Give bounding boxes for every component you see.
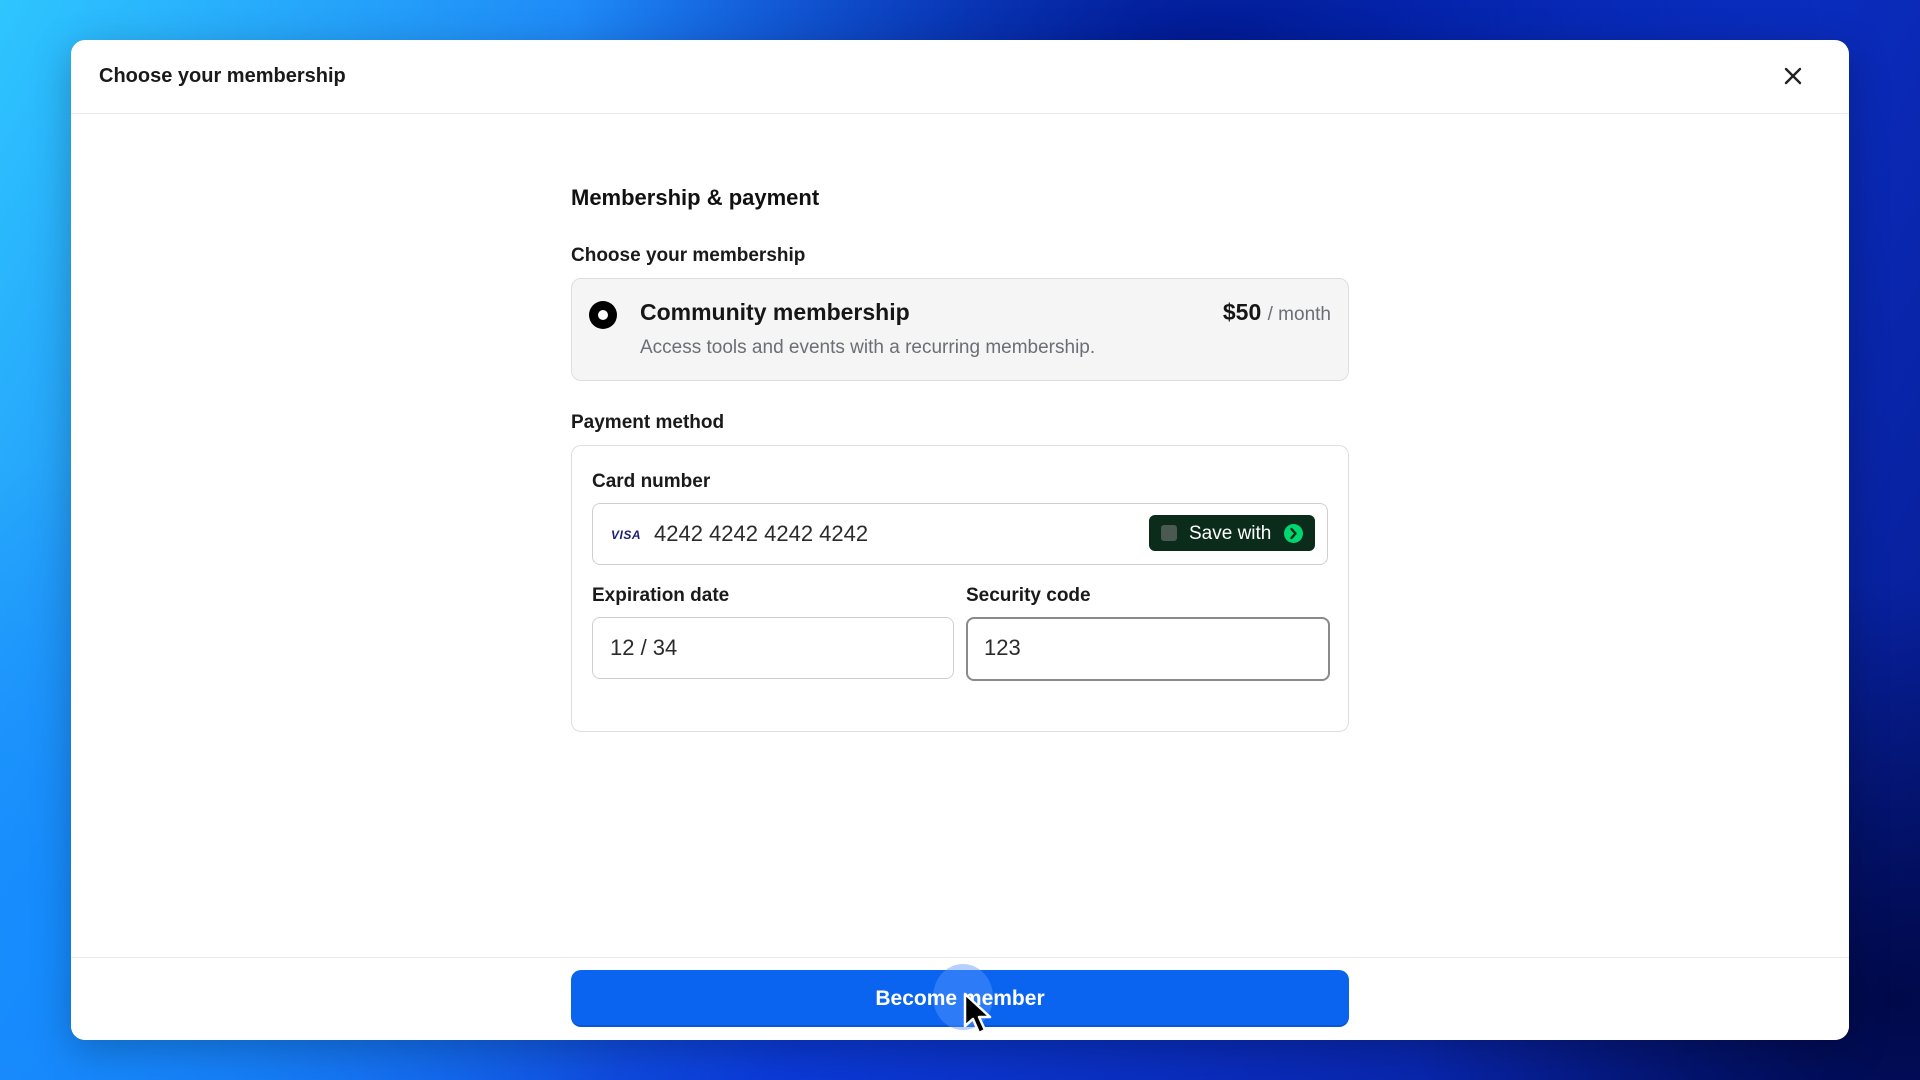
save-with-link-toggle[interactable]: Save with bbox=[1149, 515, 1315, 551]
security-code-value: 123 bbox=[984, 635, 1021, 660]
save-checkbox[interactable] bbox=[1161, 525, 1177, 541]
plan-name: Community membership bbox=[640, 299, 910, 325]
plan-period: / month bbox=[1267, 304, 1331, 325]
modal-footer: Become member bbox=[71, 957, 1849, 1040]
link-arrow-icon bbox=[1284, 524, 1303, 543]
membership-modal: Choose your membership Membership & paym… bbox=[71, 40, 1849, 1040]
card-number-field[interactable]: VISA 4242 4242 4242 4242 Save with bbox=[592, 503, 1328, 565]
plan-description: Access tools and events with a recurring… bbox=[640, 337, 1096, 358]
close-icon bbox=[1784, 67, 1802, 85]
membership-label: Choose your membership bbox=[571, 245, 806, 266]
card-number-value: 4242 4242 4242 4242 bbox=[654, 521, 869, 546]
section-title: Membership & payment bbox=[571, 185, 820, 210]
payment-method-label: Payment method bbox=[571, 412, 725, 433]
expiration-date-field[interactable]: 12 / 34 bbox=[592, 617, 954, 679]
radio-selected-icon[interactable] bbox=[589, 301, 617, 329]
visa-icon: VISA bbox=[611, 528, 642, 542]
become-member-label: Become member bbox=[875, 987, 1045, 1010]
security-code-field[interactable]: 123 bbox=[966, 617, 1330, 681]
plan-price-group: $50 / month bbox=[1223, 299, 1331, 326]
modal-header: Choose your membership bbox=[71, 40, 1849, 114]
security-code-label: Security code bbox=[966, 585, 1091, 606]
save-with-label: Save with bbox=[1189, 523, 1272, 544]
chevron-right-icon bbox=[1290, 527, 1297, 540]
radio-dot bbox=[598, 310, 608, 320]
expiration-date-value: 12 / 34 bbox=[610, 635, 678, 660]
card-number-label: Card number bbox=[592, 471, 711, 492]
plan-option-community[interactable]: Community membership Access tools and ev… bbox=[571, 278, 1349, 381]
plan-price: $50 bbox=[1222, 299, 1262, 325]
payment-method-box: Card number VISA 4242 4242 4242 4242 Sav… bbox=[571, 445, 1349, 732]
expiration-date-label: Expiration date bbox=[592, 585, 730, 606]
become-member-button[interactable]: Become member bbox=[571, 964, 1349, 1030]
close-button[interactable] bbox=[1779, 62, 1807, 90]
modal-title: Choose your membership bbox=[99, 65, 346, 87]
